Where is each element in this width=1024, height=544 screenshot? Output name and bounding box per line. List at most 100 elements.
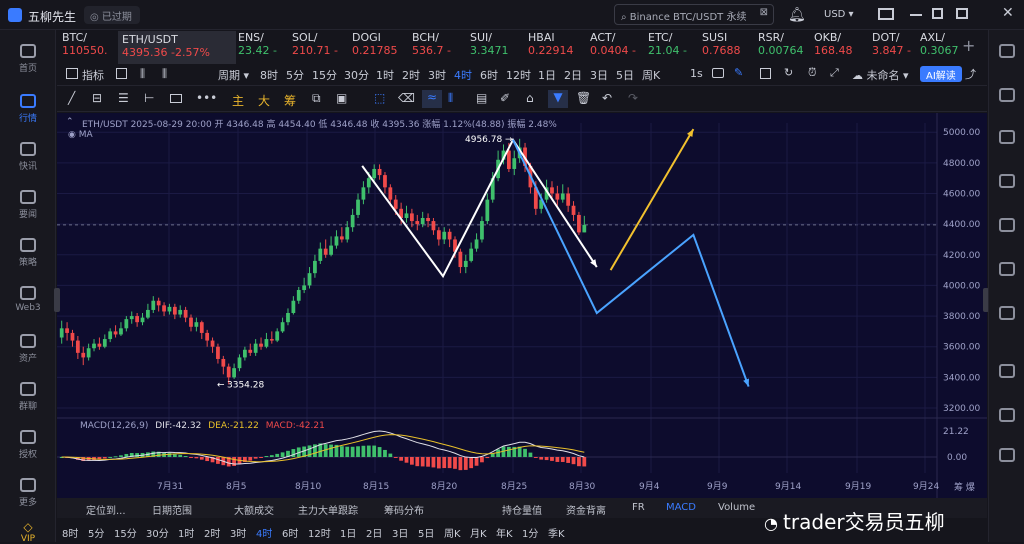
rectangle-icon[interactable] bbox=[170, 94, 182, 103]
bottom-interval-option[interactable]: 2日 bbox=[366, 525, 382, 540]
restore-icon[interactable] bbox=[932, 8, 943, 19]
list-icon[interactable] bbox=[999, 174, 1015, 188]
ticker-item[interactable]: RSR/0.00764 bbox=[758, 31, 810, 64]
measure-icon[interactable]: ⫴ bbox=[448, 91, 453, 106]
ticker-item[interactable]: OKB/168.48 bbox=[814, 31, 868, 64]
image-icon[interactable]: ▣ bbox=[336, 91, 347, 105]
bottom-tab[interactable]: FR bbox=[632, 502, 645, 513]
bottom-tab[interactable]: 资金背离 bbox=[566, 502, 606, 517]
search-input[interactable]: ⌕ Binance BTC/USDT 永续 ⊠ bbox=[614, 4, 774, 25]
ticker-item[interactable]: ENS/23.42 - bbox=[238, 31, 288, 64]
bottom-interval-option[interactable]: 季K bbox=[548, 525, 565, 540]
interval-1s[interactable]: 1s bbox=[690, 67, 703, 80]
ticker-item[interactable]: HBAI 0.22914 bbox=[528, 31, 586, 64]
bottom-tab[interactable]: 日期范围 bbox=[152, 502, 192, 517]
camera-icon[interactable] bbox=[712, 68, 724, 78]
ticker-item[interactable]: BCH/536.7 - bbox=[412, 31, 466, 64]
bottom-tab[interactable]: MACD bbox=[666, 502, 696, 513]
brush-icon[interactable]: ✐ bbox=[500, 91, 510, 105]
nav-headlines[interactable]: 要闻 bbox=[0, 190, 56, 220]
interval-option[interactable]: 5分 bbox=[286, 67, 304, 83]
indicators-icon[interactable] bbox=[66, 68, 78, 79]
ticker-item[interactable]: ETC/21.04 - bbox=[648, 31, 698, 64]
bottom-interval-option[interactable]: 周K bbox=[444, 525, 461, 540]
candle-type-icon[interactable]: ⫼ bbox=[140, 67, 145, 81]
legend-collapse-icon[interactable]: ⌃ bbox=[66, 117, 74, 127]
interval-option[interactable]: 15分 bbox=[312, 67, 337, 83]
bottom-tab[interactable]: 主力大单跟踪 bbox=[298, 502, 358, 517]
search-clear-icon[interactable]: ⊠ bbox=[760, 7, 768, 18]
chip-tool[interactable]: 筹 bbox=[284, 92, 296, 109]
period-compare-icon[interactable]: ⫼ bbox=[162, 67, 167, 81]
book-icon[interactable] bbox=[999, 408, 1015, 422]
eraser-icon[interactable]: ⌫ bbox=[398, 91, 415, 105]
bottom-interval-option[interactable]: 5分 bbox=[88, 525, 104, 540]
nav-authorize[interactable]: 授权 bbox=[0, 430, 56, 460]
bottom-interval-option[interactable]: 1日 bbox=[340, 525, 356, 540]
nav-more[interactable]: 更多 bbox=[0, 478, 56, 508]
ticker-item[interactable]: ACT/0.0404 - bbox=[590, 31, 644, 64]
alarm-icon[interactable]: ⏰︎ bbox=[808, 66, 817, 80]
ticker-item[interactable]: SUSI 0.7688 bbox=[702, 31, 754, 64]
ticker-item[interactable]: ETH/USDT 4395.36 -2.57% bbox=[118, 31, 236, 64]
select-icon[interactable]: ⬚ bbox=[374, 91, 385, 105]
nav-web3[interactable]: Web3 bbox=[0, 286, 56, 313]
interval-option[interactable]: 5日 bbox=[616, 67, 634, 83]
ticker-item[interactable]: DOGI 0.21785 bbox=[352, 31, 408, 64]
horizontal-ray-icon[interactable]: ⊟ bbox=[92, 91, 102, 105]
bottom-tab[interactable]: 筹码分布 bbox=[384, 502, 424, 517]
interval-option[interactable]: 8时 bbox=[260, 67, 278, 83]
ai-button[interactable]: AI解读 bbox=[920, 66, 962, 82]
bottom-interval-option[interactable]: 1时 bbox=[178, 525, 194, 540]
orderbook-icon[interactable] bbox=[999, 88, 1015, 102]
sync-icon[interactable] bbox=[999, 364, 1015, 378]
bottom-interval-option[interactable]: 4时 bbox=[256, 525, 272, 540]
fullscreen-icon[interactable]: ⤢ bbox=[830, 66, 839, 80]
ticker-item[interactable]: DOT/3.847 - bbox=[872, 31, 916, 64]
save-icon[interactable] bbox=[760, 68, 771, 79]
pen-icon[interactable]: ✎ bbox=[734, 66, 743, 79]
undo-icon[interactable]: ↶ bbox=[602, 91, 612, 105]
horizontal-line-icon[interactable]: ⊢ bbox=[144, 91, 154, 105]
line-tool-icon[interactable]: ╱ bbox=[68, 91, 75, 105]
bottom-tab[interactable]: 持仓量值 bbox=[502, 502, 542, 517]
note-icon[interactable] bbox=[999, 306, 1015, 320]
bottom-interval-option[interactable]: 30分 bbox=[146, 525, 169, 540]
bottom-interval-option[interactable]: 月K bbox=[470, 525, 487, 540]
parallel-lines-icon[interactable]: ☰ bbox=[118, 91, 129, 105]
settings-icon[interactable] bbox=[999, 448, 1015, 462]
bottom-tab[interactable]: 大额成交 bbox=[234, 502, 274, 517]
clipboard-icon[interactable]: ▤ bbox=[476, 91, 487, 105]
minimize-icon[interactable] bbox=[910, 14, 922, 16]
bottom-tab[interactable]: 定位到... bbox=[86, 502, 126, 517]
currency-select[interactable]: USD ▾ bbox=[824, 9, 854, 20]
interval-option[interactable]: 12时 bbox=[506, 67, 531, 83]
refresh-icon[interactable]: ↻ bbox=[784, 66, 793, 79]
calculator-icon[interactable] bbox=[999, 218, 1015, 232]
interval-option[interactable]: 1日 bbox=[538, 67, 556, 83]
layout-icon[interactable] bbox=[999, 44, 1015, 58]
interval-option[interactable]: 30分 bbox=[344, 67, 369, 83]
calendar-icon[interactable] bbox=[116, 68, 127, 79]
bottom-interval-option[interactable]: 2时 bbox=[204, 525, 220, 540]
ticker-item[interactable]: AXL/0.3067 bbox=[920, 31, 958, 64]
nav-strategy[interactable]: 策略 bbox=[0, 238, 56, 268]
interval-option[interactable]: 周K bbox=[642, 67, 660, 83]
interval-option[interactable]: 1时 bbox=[376, 67, 394, 83]
ticker-item[interactable]: SUI/3.3471 bbox=[470, 31, 524, 64]
big-tool[interactable]: 大 bbox=[258, 92, 270, 109]
bottom-interval-option[interactable]: 3日 bbox=[392, 525, 408, 540]
bottom-interval-option[interactable]: 年K bbox=[496, 525, 513, 540]
more-dots-icon[interactable]: ••• bbox=[196, 91, 217, 105]
indicators-button[interactable]: 指标 bbox=[82, 67, 104, 83]
bottom-interval-option[interactable]: 3时 bbox=[230, 525, 246, 540]
bottom-interval-option[interactable]: 1分 bbox=[522, 525, 538, 540]
nav-group-chat[interactable]: 群聊 bbox=[0, 382, 56, 412]
ma-legend[interactable]: ◉ MA bbox=[68, 130, 93, 140]
ticker-item[interactable]: BTC/110550. bbox=[62, 31, 114, 64]
nav-home[interactable]: 首页 bbox=[0, 44, 56, 74]
draw-mode-icon[interactable]: ≈ bbox=[422, 90, 442, 108]
redo-icon[interactable]: ↷ bbox=[628, 91, 638, 105]
interval-option[interactable]: 4时 bbox=[454, 67, 472, 83]
bottom-interval-option[interactable]: 6时 bbox=[282, 525, 298, 540]
